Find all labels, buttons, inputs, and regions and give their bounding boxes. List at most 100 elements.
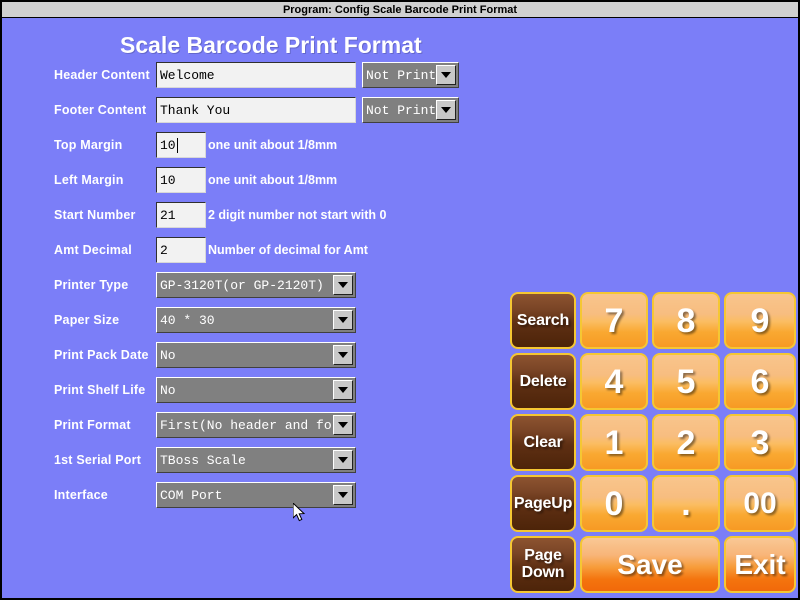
field-label: Footer Content [54, 103, 147, 117]
field-hint: one unit about 1/8mm [208, 173, 338, 187]
keypad-key-1[interactable]: 1 [580, 414, 648, 471]
dropdown-select[interactable]: TBoss Scale [156, 447, 356, 473]
field-label: Amt Decimal [54, 243, 132, 257]
keypad-key-label: 4 [604, 362, 624, 401]
dropdown-select[interactable]: COM Port [156, 482, 356, 508]
text-input-value: Welcome [160, 67, 215, 83]
window-titlebar: Program: Config Scale Barcode Print Form… [2, 0, 798, 18]
keypad-key-00[interactable]: 00 [724, 475, 796, 532]
keypad-key-exit[interactable]: Exit [724, 536, 796, 593]
dropdown-selected-value: COM Port [160, 487, 223, 503]
chevron-down-icon[interactable] [333, 345, 353, 365]
text-input-value: 10 [160, 137, 176, 153]
chevron-down-icon[interactable] [436, 100, 456, 120]
keypad-key-delete[interactable]: Delete [510, 353, 576, 410]
form-row: Amt Decimal 2 Number of decimal for Amt [2, 235, 502, 265]
chevron-down-icon[interactable] [333, 380, 353, 400]
field-hint: one unit about 1/8mm [208, 138, 338, 152]
text-input[interactable]: 2 [156, 237, 206, 263]
keypad-key-label: 8 [676, 301, 696, 340]
form-row: Top Margin 10 one unit about 1/8mm [2, 130, 502, 160]
keypad-key-label: 3 [750, 423, 770, 462]
form-row: Left Margin 10 one unit about 1/8mm [2, 165, 502, 195]
text-input-value: Thank You [160, 102, 231, 118]
dropdown-select[interactable]: No [156, 377, 356, 403]
form-row: Print Pack Date No [2, 340, 502, 370]
field-label: Interface [54, 488, 108, 502]
form-row: Header Content Welcome Not Print [2, 60, 502, 90]
text-input[interactable]: 21 [156, 202, 206, 228]
page-title: Scale Barcode Print Format [120, 32, 422, 58]
keypad-key-4[interactable]: 4 [580, 353, 648, 410]
form-row: Print Shelf Life No [2, 375, 502, 405]
keypad-key-pageup[interactable]: PageUp [510, 475, 576, 532]
keypad-key-label: 00 [743, 486, 777, 520]
keypad-key-2[interactable]: 2 [652, 414, 720, 471]
form-row: Footer Content Thank You Not Print [2, 95, 502, 125]
field-hint: Number of decimal for Amt [208, 243, 368, 257]
application-window: Program: Config Scale Barcode Print Form… [0, 0, 800, 600]
dropdown-selected-value: 40 * 30 [160, 312, 215, 328]
dropdown-select[interactable]: First(No header and fo [156, 412, 356, 438]
chevron-down-icon[interactable] [333, 485, 353, 505]
chevron-down-icon[interactable] [333, 450, 353, 470]
text-input[interactable]: Thank You [156, 97, 356, 123]
field-label: Top Margin [54, 138, 123, 152]
keypad-key-5[interactable]: 5 [652, 353, 720, 410]
dropdown-selected-value: No [160, 347, 176, 363]
keypad-key-label: 2 [676, 423, 696, 462]
dropdown-select[interactable]: Not Print [362, 97, 459, 123]
dropdown-selected-value: No [160, 382, 176, 398]
keypad-key-[interactable]: . [652, 475, 720, 532]
chevron-down-icon[interactable] [436, 65, 456, 85]
keypad-key-label: . [681, 484, 691, 523]
dropdown-selected-value: First(No header and fo [160, 417, 332, 433]
keypad-key-label: 0 [604, 484, 624, 523]
text-input-value: 21 [160, 207, 176, 223]
dropdown-selected-value: Not Print [366, 67, 436, 83]
field-label: Print Format [54, 418, 131, 432]
dropdown-selected-value: GP-3120T(or GP-2120T) [160, 277, 324, 293]
keypad-key-page-down[interactable]: Page Down [510, 536, 576, 593]
form-row: Printer Type GP-3120T(or GP-2120T) [2, 270, 502, 300]
chevron-down-icon[interactable] [333, 415, 353, 435]
keypad-key-9[interactable]: 9 [724, 292, 796, 349]
dropdown-selected-value: TBoss Scale [160, 452, 246, 468]
form-row: Paper Size 40 * 30 [2, 305, 502, 335]
keypad-key-label: Page Down [521, 546, 565, 581]
text-input-value: 10 [160, 172, 176, 188]
keypad-key-search[interactable]: Search [510, 292, 576, 349]
form-row: Interface COM Port [2, 480, 502, 510]
onscreen-keypad: Search 7 8 9 Delete 4 5 6 Clear 1 2 3 PageUp 0. 00 Page… [510, 292, 796, 594]
dropdown-select[interactable]: No [156, 342, 356, 368]
text-caret [176, 137, 178, 153]
keypad-key-label: Delete [519, 372, 567, 390]
chevron-down-icon[interactable] [333, 310, 353, 330]
dropdown-select[interactable]: Not Print [362, 62, 459, 88]
keypad-key-label: 7 [604, 301, 624, 340]
keypad-key-clear[interactable]: Clear [510, 414, 576, 471]
keypad-key-7[interactable]: 7 [580, 292, 648, 349]
field-label: Left Margin [54, 173, 124, 187]
text-input[interactable]: 10 [156, 167, 206, 193]
text-input[interactable]: 10 [156, 132, 206, 158]
window-title: Program: Config Scale Barcode Print Form… [282, 3, 518, 16]
keypad-key-6[interactable]: 6 [724, 353, 796, 410]
dropdown-select[interactable]: 40 * 30 [156, 307, 356, 333]
keypad-key-3[interactable]: 3 [724, 414, 796, 471]
form-row: Start Number 21 2 digit number not start w… [2, 200, 502, 230]
field-label: Header Content [54, 68, 150, 82]
field-label: Paper Size [54, 313, 120, 327]
keypad-key-label: 9 [750, 301, 770, 340]
keypad-key-label: 6 [750, 362, 770, 401]
field-label: Print Pack Date [54, 348, 149, 362]
field-label: Printer Type [54, 278, 129, 292]
keypad-key-8[interactable]: 8 [652, 292, 720, 349]
dropdown-selected-value: Not Print [366, 102, 436, 118]
chevron-down-icon[interactable] [333, 275, 353, 295]
keypad-key-save[interactable]: Save [580, 536, 720, 593]
keypad-key-0[interactable]: 0 [580, 475, 648, 532]
text-input-value: 2 [160, 242, 168, 258]
text-input[interactable]: Welcome [156, 62, 356, 88]
dropdown-select[interactable]: GP-3120T(or GP-2120T) [156, 272, 356, 298]
